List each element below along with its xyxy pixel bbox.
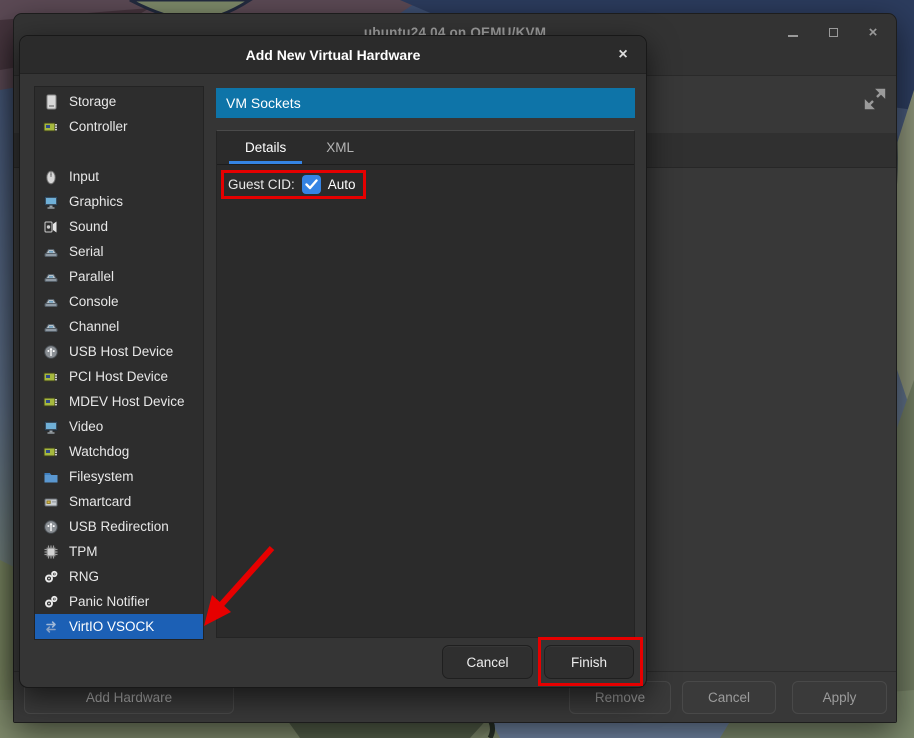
sidebar-item-label: Smartcard	[69, 494, 131, 509]
sidebar-item-channel[interactable]: Channel	[35, 314, 203, 339]
port-icon	[43, 269, 59, 285]
folder-icon	[43, 469, 59, 485]
tab-bar: Details XML	[217, 131, 634, 165]
sidebar-item-filesystem[interactable]: Filesystem	[35, 464, 203, 489]
usb-icon	[43, 344, 59, 360]
guest-cid-annotation-box: Guest CID: Auto	[221, 170, 366, 199]
sidebar-item-label: Channel	[69, 319, 119, 334]
speaker-icon	[43, 219, 59, 235]
sidebar-item-graphics[interactable]: Graphics	[35, 189, 203, 214]
cancel-button[interactable]: Cancel	[442, 645, 533, 679]
fullscreen-icon[interactable]	[862, 86, 888, 112]
vsock-arrows-icon	[43, 619, 59, 635]
sidebar-item-label: RNG	[69, 569, 99, 584]
board-icon	[43, 394, 59, 410]
close-button-parent[interactable]: ×	[860, 19, 886, 45]
sidebar-item-label: Watchdog	[69, 444, 129, 459]
add-hardware-dialog: Add New Virtual Hardware × Storage Contr…	[19, 35, 647, 688]
sidebar-item[interactable]	[35, 139, 203, 164]
sidebar-item-tpm[interactable]: TPM	[35, 539, 203, 564]
sidebar-item-controller[interactable]: Controller	[35, 114, 203, 139]
sidebar-item-label: Parallel	[69, 269, 114, 284]
sidebar-item-watchdog[interactable]: Watchdog	[35, 439, 203, 464]
gears-icon	[43, 594, 59, 610]
sidebar-item-label: USB Host Device	[69, 344, 173, 359]
dialog-titlebar[interactable]: Add New Virtual Hardware ×	[20, 36, 646, 74]
sidebar-item-usb-host-device[interactable]: USB Host Device	[35, 339, 203, 364]
apply-button[interactable]: Apply	[792, 681, 887, 714]
maximize-icon	[829, 28, 838, 37]
check-icon	[305, 179, 318, 190]
sidebar-item-label: Storage	[69, 94, 116, 109]
dialog-title: Add New Virtual Hardware	[246, 47, 421, 63]
board-icon	[43, 369, 59, 385]
tab-details[interactable]: Details	[225, 131, 306, 164]
sidebar-item-label: Controller	[69, 119, 128, 134]
auto-checkbox[interactable]	[302, 175, 321, 194]
sidebar-item-mdev-host-device[interactable]: MDEV Host Device	[35, 389, 203, 414]
sidebar-item-label: MDEV Host Device	[69, 394, 185, 409]
smartcard-icon	[43, 494, 59, 510]
tab-content: Guest CID: Auto	[217, 165, 634, 204]
board-icon	[43, 444, 59, 460]
port-icon	[43, 319, 59, 335]
sidebar-item-virtio-vsock[interactable]: VirtIO VSOCK	[35, 614, 203, 639]
sidebar-item-usb-redirection[interactable]: USB Redirection	[35, 514, 203, 539]
board-icon	[43, 119, 59, 135]
sidebar-item-serial[interactable]: Serial	[35, 239, 203, 264]
disk-icon	[43, 94, 59, 110]
sidebar-item-label: VirtIO VSOCK	[69, 619, 154, 634]
auto-checkbox-label[interactable]: Auto	[328, 177, 356, 192]
minimize-icon	[788, 35, 798, 37]
display-icon	[43, 419, 59, 435]
minimize-button[interactable]	[780, 19, 806, 45]
mouse-icon	[43, 169, 59, 185]
dialog-close-button[interactable]: ×	[611, 43, 635, 67]
sidebar-item-label: Sound	[69, 219, 108, 234]
tab-label: Details	[245, 140, 286, 155]
display-icon	[43, 194, 59, 210]
close-icon: ×	[869, 25, 878, 40]
chip-icon	[43, 544, 59, 560]
sidebar-item-label: Console	[69, 294, 119, 309]
panel-banner-label: VM Sockets	[226, 95, 301, 111]
maximize-button[interactable]	[820, 19, 846, 45]
sidebar-item-label: Serial	[69, 244, 104, 259]
sidebar-item-label: USB Redirection	[69, 519, 169, 534]
tab-xml[interactable]: XML	[306, 131, 374, 164]
sidebar-item-label: PCI Host Device	[69, 369, 168, 384]
guest-cid-label: Guest CID:	[228, 177, 295, 192]
finish-annotation-box	[538, 637, 643, 686]
gears-icon	[43, 569, 59, 585]
sidebar-item-video[interactable]: Video	[35, 414, 203, 439]
tab-label: XML	[326, 140, 354, 155]
port-icon	[43, 244, 59, 260]
sidebar-item-console[interactable]: Console	[35, 289, 203, 314]
sidebar-item-panic-notifier[interactable]: Panic Notifier	[35, 589, 203, 614]
sidebar-item-label: Video	[69, 419, 103, 434]
sidebar-item-label: TPM	[69, 544, 98, 559]
cancel-button-parent-footer[interactable]: Cancel	[682, 681, 776, 714]
sidebar-item-pci-host-device[interactable]: PCI Host Device	[35, 364, 203, 389]
sidebar-item-label: Filesystem	[69, 469, 134, 484]
sidebar-item-smartcard[interactable]: Smartcard	[35, 489, 203, 514]
sidebar-item-label: Panic Notifier	[69, 594, 149, 609]
sidebar-item-parallel[interactable]: Parallel	[35, 264, 203, 289]
sidebar-item-rng[interactable]: RNG	[35, 564, 203, 589]
panel-banner: VM Sockets	[216, 88, 635, 118]
sidebar-item-label: Input	[69, 169, 99, 184]
details-tab-panel: Details XML Guest CID: Auto	[216, 130, 635, 638]
sidebar-item-label: Graphics	[69, 194, 123, 209]
sidebar-item-input[interactable]: Input	[35, 164, 203, 189]
port-icon	[43, 294, 59, 310]
sidebar-item-storage[interactable]: Storage	[35, 89, 203, 114]
hardware-type-list[interactable]: Storage Controller Input Graphics Sound …	[34, 86, 204, 640]
usb-icon	[43, 519, 59, 535]
sidebar-item-sound[interactable]: Sound	[35, 214, 203, 239]
